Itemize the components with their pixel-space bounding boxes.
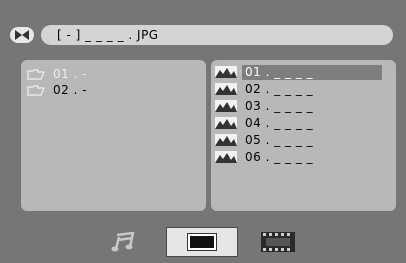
tab-music[interactable]: [105, 227, 143, 257]
music-note-icon: [111, 232, 135, 252]
current-path-text: [ - ] _ _ _ _ . JPG: [57, 28, 159, 42]
file-item[interactable]: 03 . _ _ _ _: [215, 98, 382, 114]
folder-label: 01 . -: [53, 67, 88, 81]
file-label: 06 . _ _ _ _: [245, 149, 314, 164]
file-label: 02 . _ _ _ _: [245, 81, 314, 96]
film-strip-icon: [261, 232, 295, 252]
image-thumbnail-icon: [215, 66, 237, 78]
folder-icon: [27, 84, 45, 96]
disc-icon: [10, 27, 34, 43]
image-thumbnail-icon: [215, 100, 237, 112]
folder-icon: [27, 68, 45, 80]
file-label: 01 . _ _ _ _: [242, 64, 382, 80]
file-item[interactable]: 02 . _ _ _ _: [215, 81, 382, 97]
folder-item[interactable]: 01 . -: [27, 66, 87, 82]
file-label: 05 . _ _ _ _: [245, 132, 314, 147]
image-thumbnail-icon: [215, 134, 237, 146]
media-browser-screen: [ - ] _ _ _ _ . JPG 01 . - 02 . - 01 . _…: [0, 0, 406, 263]
file-list-panel: 01 . _ _ _ _ 02 . _ _ _ _ 03 . _ _ _ _ 0…: [211, 60, 396, 211]
image-thumbnail-icon: [215, 83, 237, 95]
file-item[interactable]: 06 . _ _ _ _: [215, 149, 382, 165]
image-thumbnail-icon: [215, 117, 237, 129]
file-item[interactable]: 01 . _ _ _ _: [215, 64, 382, 80]
file-label: 03 . _ _ _ _: [245, 98, 314, 113]
photo-frame-icon: [187, 233, 217, 251]
image-thumbnail-icon: [215, 151, 237, 163]
folder-list-panel: 01 . - 02 . -: [21, 60, 206, 211]
file-label: 04 . _ _ _ _: [245, 115, 314, 130]
file-item[interactable]: 04 . _ _ _ _: [215, 115, 382, 131]
folder-label: 02 . -: [53, 83, 88, 97]
tab-video[interactable]: [258, 227, 298, 257]
folder-item[interactable]: 02 . -: [27, 82, 87, 98]
current-path-field: [ - ] _ _ _ _ . JPG: [41, 25, 393, 45]
file-item[interactable]: 05 . _ _ _ _: [215, 132, 382, 148]
tab-photo[interactable]: [166, 227, 238, 257]
